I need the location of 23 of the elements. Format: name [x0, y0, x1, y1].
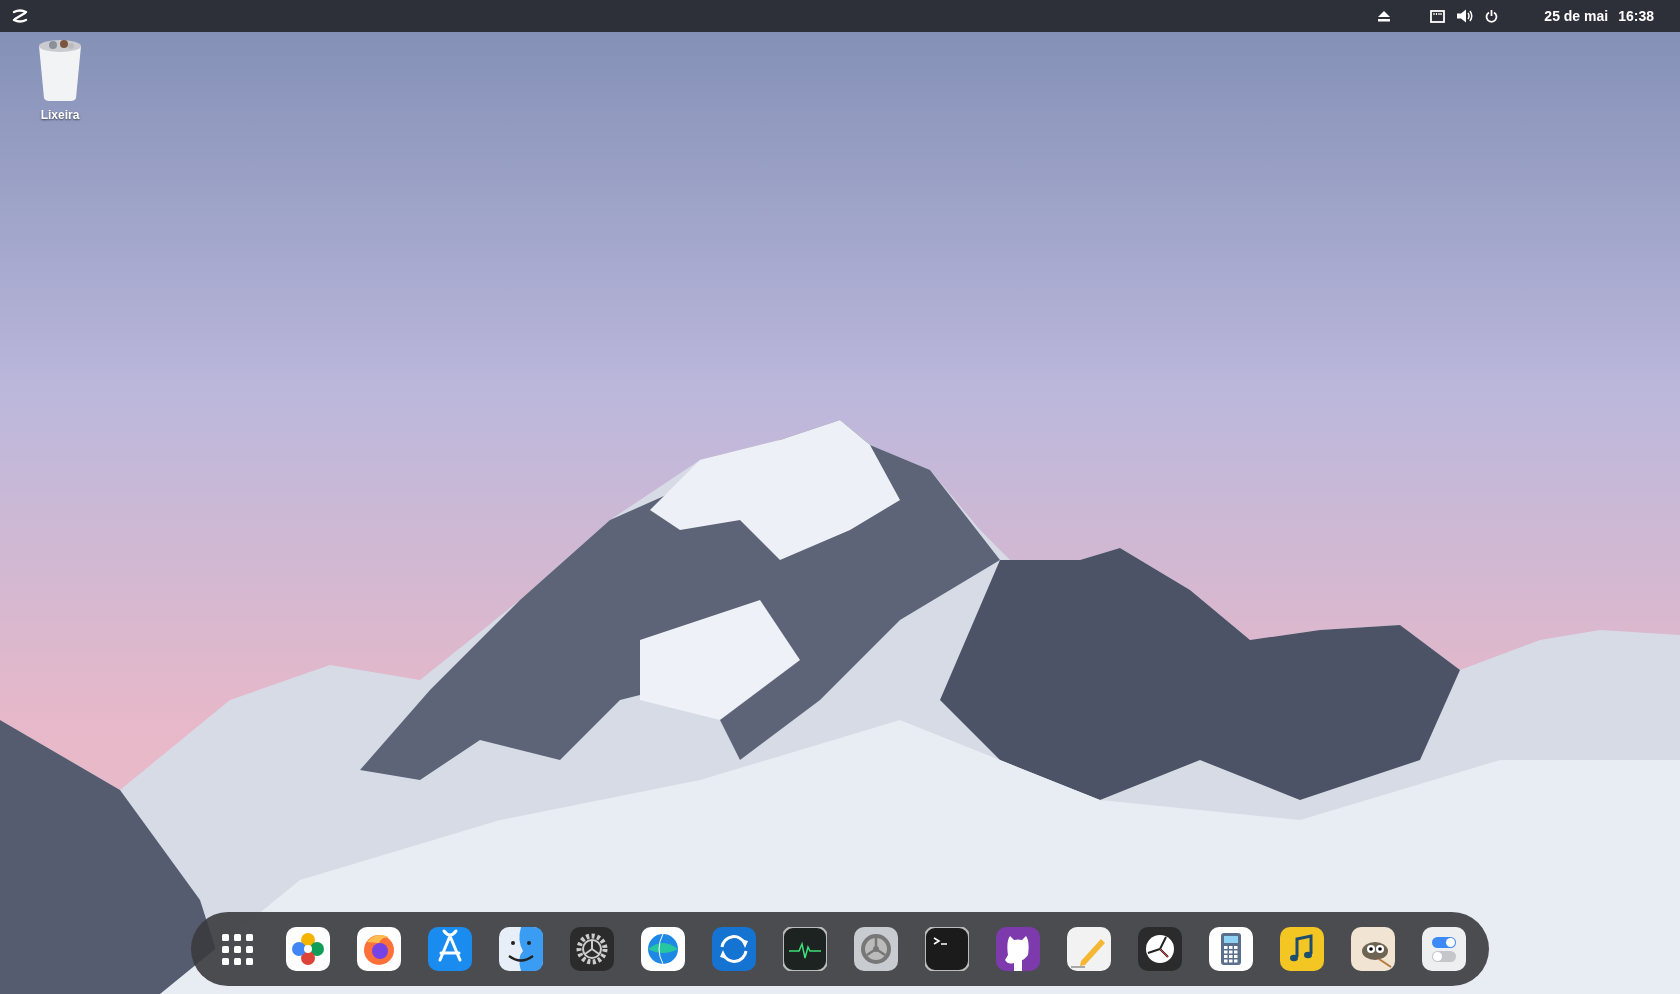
power-icon[interactable] — [1485, 9, 1499, 23]
terminal-icon[interactable] — [924, 927, 969, 971]
pencil-icon[interactable] — [1066, 927, 1111, 971]
globe-icon[interactable] — [640, 927, 685, 971]
cat-icon[interactable] — [995, 927, 1040, 971]
gear-icon[interactable] — [569, 927, 614, 971]
clock-text[interactable]: 16:38 — [1618, 5, 1654, 27]
clock-icon[interactable] — [1137, 927, 1182, 971]
smiling-face-icon[interactable] — [498, 927, 543, 971]
cartoon-animal-icon[interactable] — [1350, 927, 1395, 971]
trash-can-icon[interactable] — [36, 38, 84, 102]
music-note-icon[interactable] — [1279, 927, 1324, 971]
eject-icon[interactable] — [1378, 10, 1391, 22]
date-text[interactable]: 25 de mai — [1544, 5, 1609, 27]
toggle-switches-icon[interactable] — [1421, 927, 1466, 971]
volume-icon[interactable] — [1457, 9, 1474, 23]
settings-icon[interactable] — [853, 927, 898, 971]
calculator-icon[interactable] — [1208, 927, 1253, 971]
app-store-icon[interactable] — [427, 927, 472, 971]
menu-logo-icon[interactable] — [12, 9, 28, 23]
sync-arrows-icon[interactable] — [711, 927, 756, 971]
heartbeat-monitor-icon[interactable] — [782, 927, 827, 971]
flower-icon[interactable] — [285, 927, 330, 971]
